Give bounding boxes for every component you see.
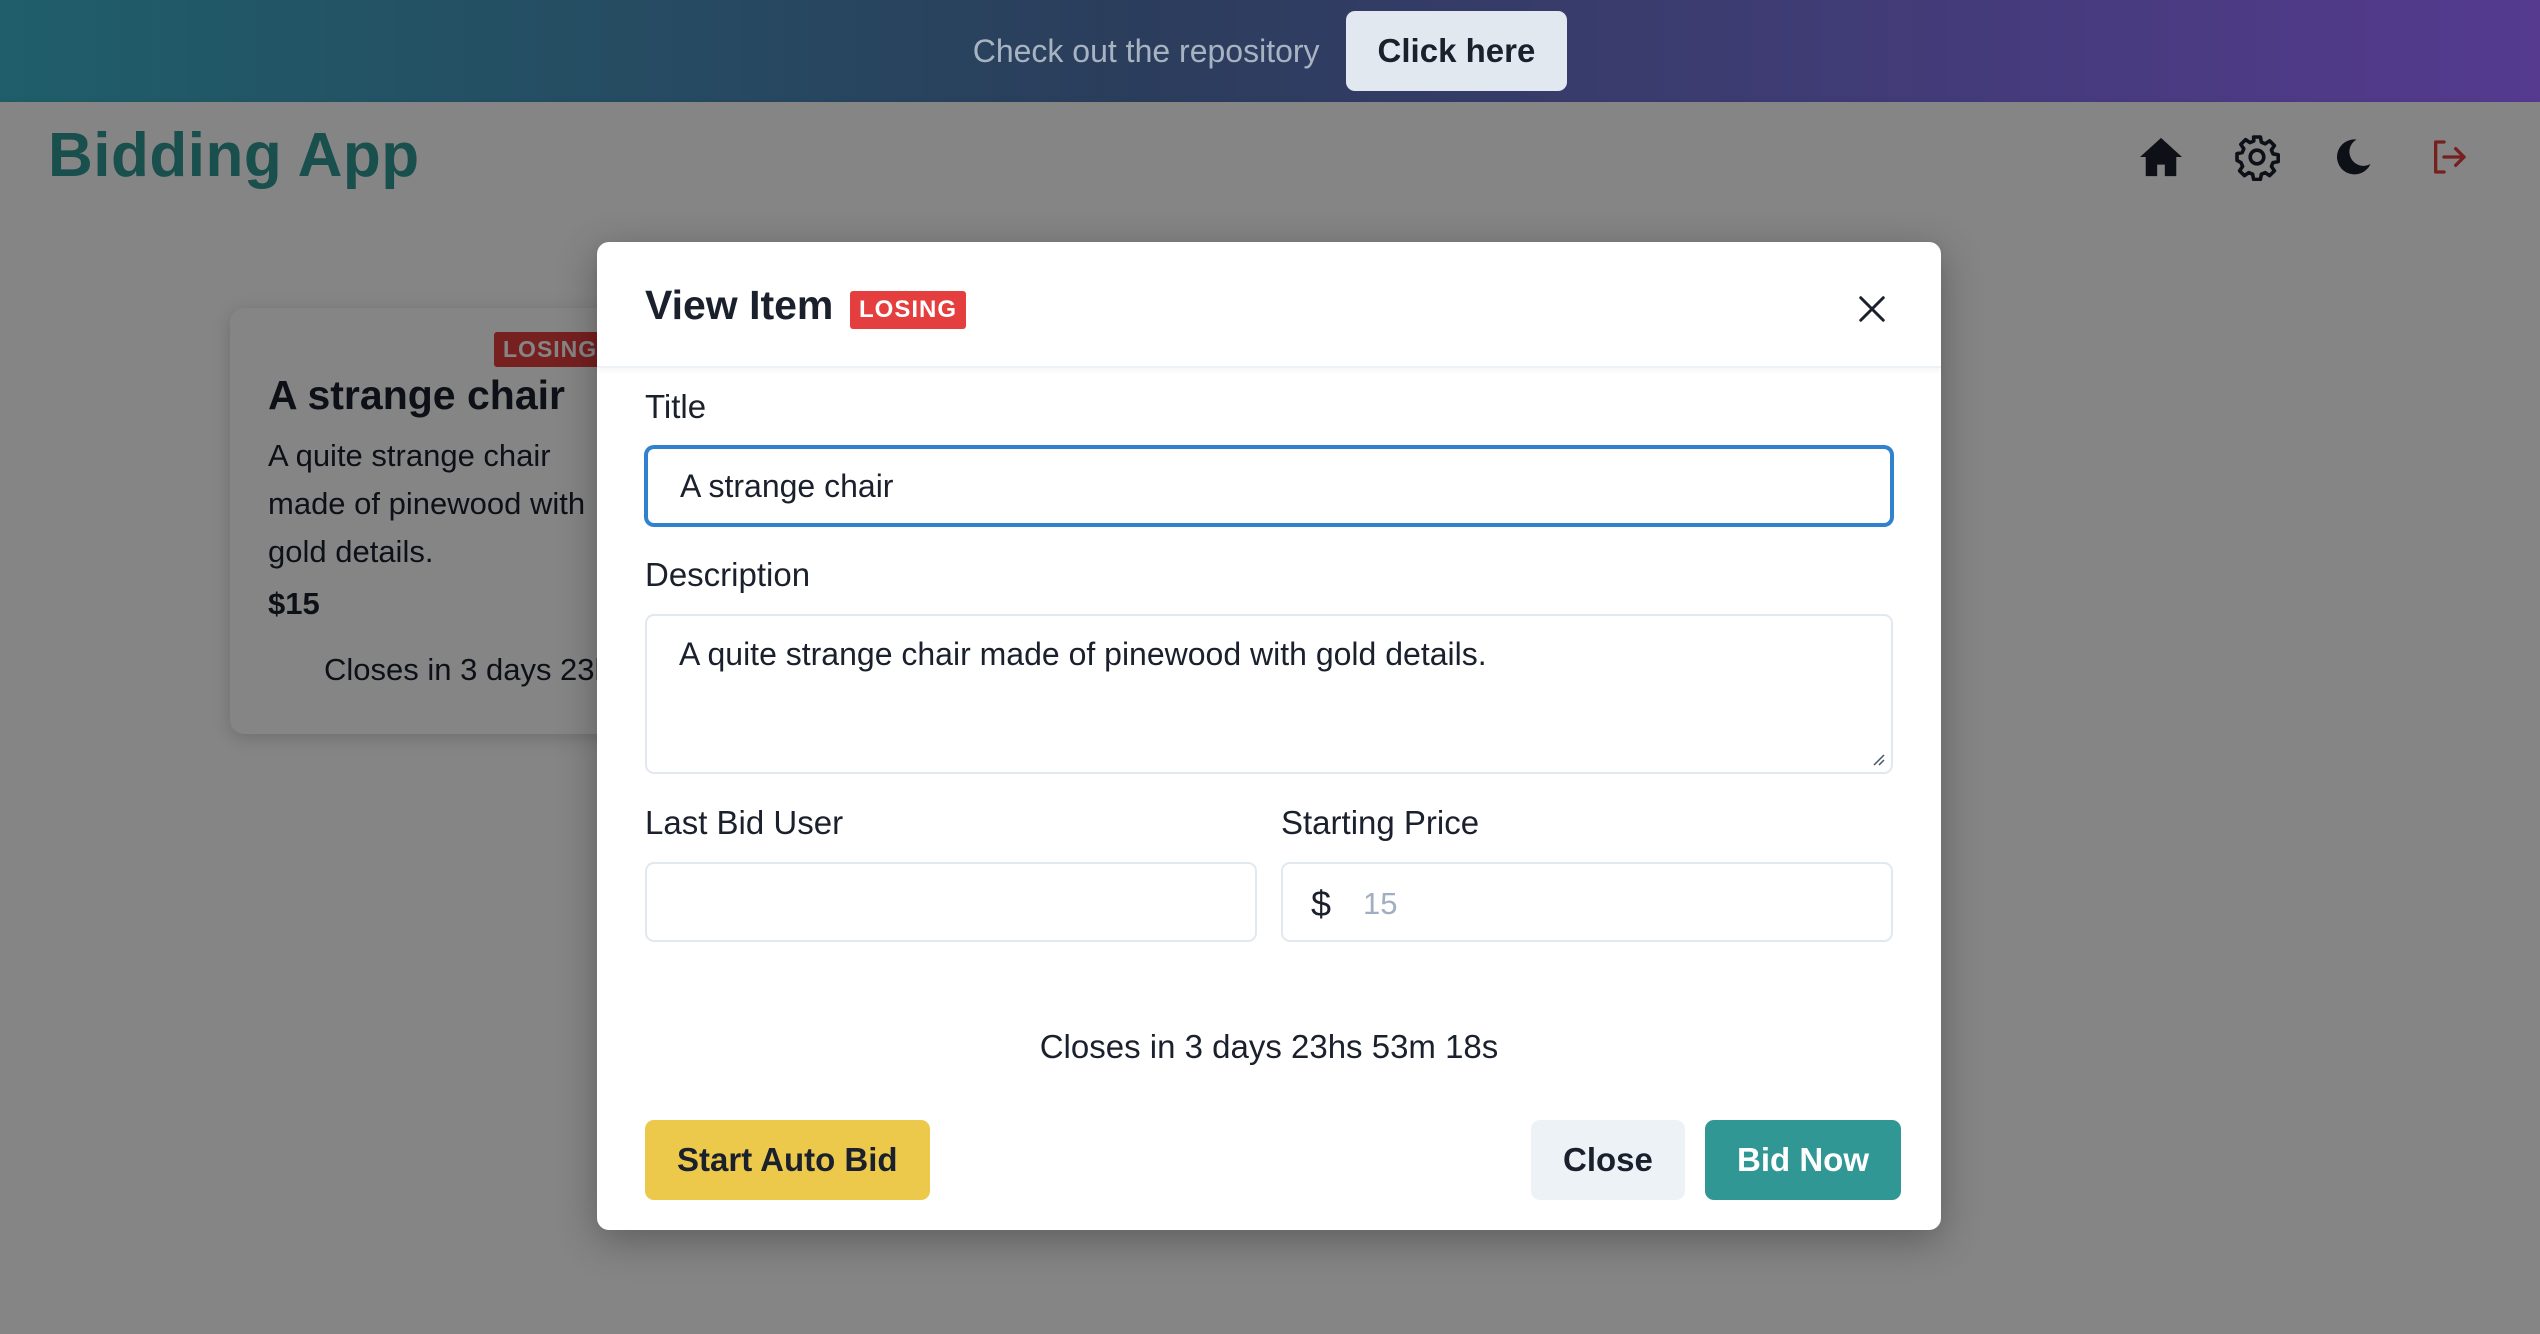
closes-countdown: Closes in 3 days 23hs 53m 18s [1039,1028,1499,1065]
modal-title: View Item [645,282,834,328]
description-text: A quite strange chair made of pinewood w… [679,636,1487,672]
last-bid-user-input[interactable] [645,862,1257,942]
bid-now-button[interactable]: Bid Now [1705,1120,1901,1200]
resize-handle-icon[interactable] [1869,750,1885,766]
close-button[interactable]: Close [1531,1120,1685,1200]
status-badge: LOSING [850,291,967,329]
description-label: Description [645,556,811,593]
title-input[interactable]: A strange chair [645,446,1893,526]
last-bid-user-label: Last Bid User [645,804,844,841]
announcement-banner: Check out the repository Click here [0,0,2540,102]
modal-header: View Item LOSING [597,242,1941,368]
repository-link-button[interactable]: Click here [1345,11,1568,91]
starting-price-label: Starting Price [1281,804,1480,841]
start-auto-bid-button[interactable]: Start Auto Bid [645,1120,930,1200]
view-item-modal: View Item LOSING Title A strange chair D… [597,242,1941,1230]
banner-text: Check out the repository [972,32,1320,69]
starting-price-input[interactable]: $ 15 [1281,862,1893,942]
close-icon[interactable] [1847,284,1897,334]
currency-symbol: $ [1311,883,1332,924]
description-textarea[interactable]: A quite strange chair made of pinewood w… [645,614,1893,774]
title-label: Title [645,388,707,425]
starting-price-value: 15 [1363,886,1398,921]
